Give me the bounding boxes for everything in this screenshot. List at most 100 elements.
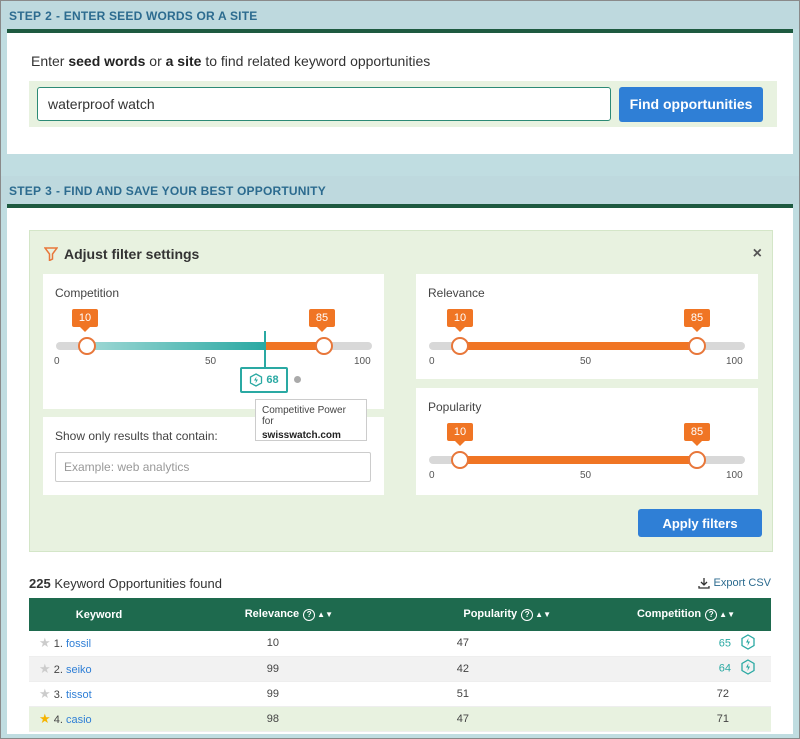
- contains-label: Show only results that contain:: [55, 429, 218, 443]
- step-label: STEP: [9, 184, 42, 198]
- export-csv-label: Export CSV: [713, 577, 771, 589]
- step3-header: STEP 3- FIND AND SAVE YOUR BEST OPPORTUNI…: [1, 176, 799, 204]
- competition-cell: 64: [557, 656, 771, 681]
- relevance-max-handle[interactable]: [688, 337, 706, 355]
- popularity-label: Popularity: [428, 400, 482, 414]
- tick-label: 0: [429, 356, 435, 367]
- filter-settings-box: Adjust filter settings × Competition 10 …: [29, 230, 773, 552]
- table-header-row: Keyword Relevance? ▲▼ Popularity? ▲▼ Compe…: [29, 598, 771, 631]
- competition-card: Competition 10 85 0 50 100: [43, 274, 384, 409]
- table-row[interactable]: ★ 2. seiko 99 42 64: [29, 656, 771, 681]
- tooltip-site: swisswatch.com: [262, 430, 341, 441]
- help-icon[interactable]: ?: [521, 608, 534, 621]
- star-icon[interactable]: ★: [39, 686, 51, 701]
- tick-label: 50: [580, 470, 592, 481]
- results-count: 225 Keyword Opportunities found: [29, 576, 222, 591]
- sort-icon[interactable]: ▲▼: [535, 610, 551, 619]
- step-title: - FIND AND SAVE YOUR BEST OPPORTUNITY: [56, 184, 326, 198]
- relevance-cell: 99: [266, 662, 279, 675]
- keyword-link[interactable]: casio: [66, 714, 92, 726]
- popularity-slider-track[interactable]: [429, 451, 745, 469]
- competition-value[interactable]: 65: [719, 637, 731, 649]
- star-icon[interactable]: ★: [39, 661, 51, 676]
- intro-text: or: [145, 53, 166, 69]
- tick-label: 50: [580, 356, 592, 367]
- competition-min-bubble: 10: [72, 309, 98, 332]
- export-csv-link[interactable]: Export CSV: [697, 577, 771, 589]
- table-row[interactable]: ★ 1. fossil 10 47 65: [29, 631, 771, 656]
- row-rank: 1.: [53, 638, 63, 651]
- tick-label: 100: [354, 356, 371, 367]
- table-row[interactable]: ★ 3. tissot 99 51 72: [29, 681, 771, 706]
- help-icon[interactable]: ?: [303, 608, 316, 621]
- col-keyword-label: Keyword: [75, 608, 123, 621]
- popularity-cell: 47: [456, 712, 469, 725]
- competition-cell: 65: [557, 631, 771, 656]
- row-rank: 2.: [53, 663, 63, 676]
- popularity-max-bubble: 85: [684, 423, 710, 446]
- sort-icon[interactable]: ▲▼: [317, 610, 333, 619]
- intro-a-site: a site: [165, 53, 202, 69]
- step2-panel: Enter seed words or a site to find relat…: [7, 29, 793, 154]
- popularity-min-handle[interactable]: [451, 451, 469, 469]
- tick-label: 100: [726, 470, 743, 481]
- competition-slider-track[interactable]: [56, 337, 372, 355]
- keyword-link[interactable]: seiko: [66, 664, 92, 676]
- step-number: 2: [45, 9, 53, 23]
- tick-label: 100: [726, 356, 743, 367]
- competition-value[interactable]: 64: [719, 662, 731, 674]
- relevance-label: Relevance: [428, 286, 485, 300]
- competition-value: 72: [716, 687, 729, 700]
- filter-title-text: Adjust filter settings: [64, 246, 200, 262]
- competitive-power-value: 68: [266, 374, 279, 386]
- col-relevance-label: Relevance: [244, 608, 300, 621]
- keyword-cell: ★ 2. seiko: [29, 656, 169, 681]
- keyword-link[interactable]: tissot: [66, 689, 92, 701]
- col-competition-label: Competition: [636, 608, 702, 621]
- results-count-number: 225: [29, 576, 51, 591]
- intro-text: to find related keyword opportunities: [201, 53, 431, 69]
- relevance-slider-track[interactable]: [429, 337, 745, 355]
- seed-input[interactable]: waterproof watch: [37, 87, 611, 121]
- col-competition[interactable]: Competition? ▲▼: [557, 598, 771, 631]
- table-row[interactable]: ★ 4. casio 98 47 71: [29, 706, 771, 731]
- competitive-power-tooltip: Competitive Power for swisswatch.com: [255, 399, 367, 441]
- col-relevance[interactable]: Relevance? ▲▼: [169, 598, 339, 631]
- competition-max-handle[interactable]: [315, 337, 333, 355]
- popularity-range-fill: [460, 456, 697, 464]
- star-icon[interactable]: ★: [39, 711, 51, 726]
- apply-filters-button[interactable]: Apply filters: [638, 509, 762, 537]
- step2-intro: Enter seed words or a site to find relat…: [29, 53, 771, 69]
- help-icon[interactable]: ?: [705, 608, 718, 621]
- row-rank: 4.: [53, 713, 63, 726]
- contains-input[interactable]: Example: web analytics: [55, 452, 371, 482]
- col-popularity-label: Popularity: [463, 608, 518, 621]
- results-table: Keyword Relevance? ▲▼ Popularity? ▲▼ Compe…: [29, 598, 771, 732]
- star-icon[interactable]: ★: [39, 635, 51, 650]
- competition-min-handle[interactable]: [78, 337, 96, 355]
- col-keyword[interactable]: Keyword: [29, 598, 169, 631]
- competitive-power-badge[interactable]: 68: [240, 367, 288, 393]
- relevance-cell: 99: [266, 687, 279, 700]
- find-opportunities-button[interactable]: Find opportunities: [619, 86, 763, 122]
- row-rank: 3.: [53, 688, 63, 701]
- intro-seed-words: seed words: [68, 53, 146, 69]
- popularity-max-handle[interactable]: [688, 451, 706, 469]
- relevance-min-handle[interactable]: [451, 337, 469, 355]
- col-popularity[interactable]: Popularity? ▲▼: [339, 598, 557, 631]
- tick-label: 0: [54, 356, 60, 367]
- relevance-min-bubble: 10: [447, 309, 473, 332]
- competitive-power-icon[interactable]: [741, 633, 755, 653]
- step-title: - ENTER SEED WORDS OR A SITE: [56, 9, 258, 23]
- popularity-cell: 51: [456, 687, 469, 700]
- step-label: STEP: [9, 9, 42, 23]
- competition-value: 71: [716, 712, 729, 725]
- filter-icon: [44, 247, 58, 261]
- relevance-range-fill: [460, 342, 697, 350]
- competitive-power-icon[interactable]: [741, 659, 755, 678]
- sort-icon[interactable]: ▲▼: [719, 610, 735, 619]
- close-icon[interactable]: ×: [753, 245, 762, 263]
- keyword-link[interactable]: fossil: [66, 638, 91, 650]
- competitive-power-line: [264, 331, 266, 369]
- tick-label: 0: [429, 470, 435, 481]
